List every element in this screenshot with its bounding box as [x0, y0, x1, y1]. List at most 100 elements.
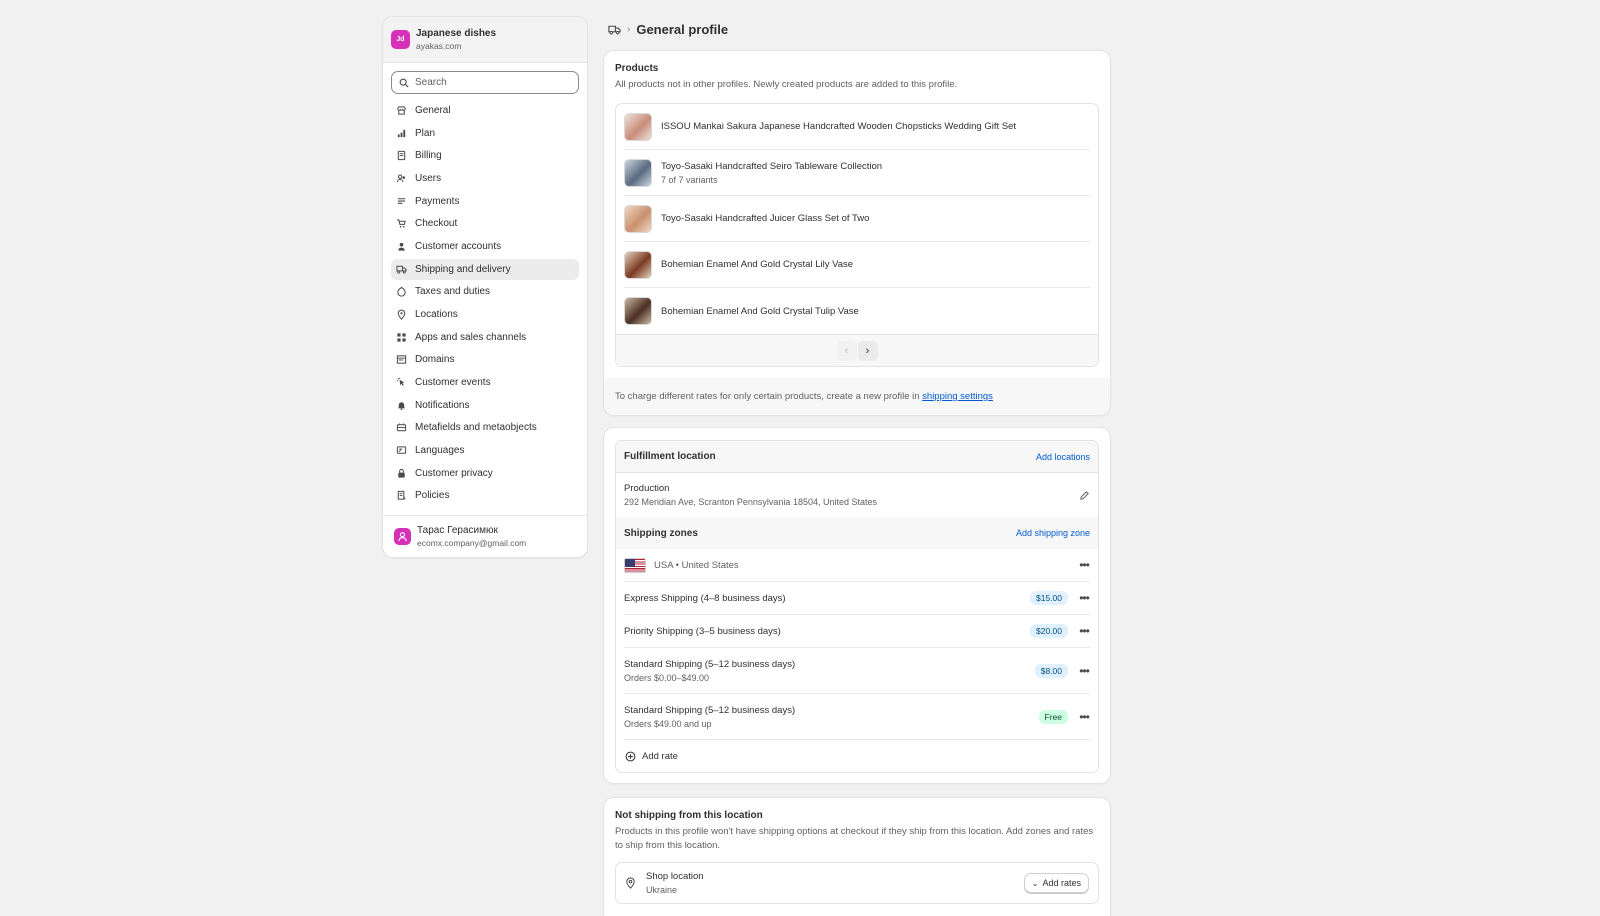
sidebar-item-plan[interactable]: Plan: [391, 123, 579, 144]
rate-row: Standard Shipping (5–12 business days) Or…: [624, 648, 1090, 694]
rate-condition: Orders $49.00 and up: [624, 718, 712, 729]
more-options-icon[interactable]: •••: [1078, 624, 1090, 638]
add-rates-button[interactable]: ⌄ Add rates: [1023, 873, 1089, 893]
user-name: Тарас Герасимюк: [417, 525, 498, 536]
store-icon: [396, 105, 407, 116]
search-input[interactable]: [415, 77, 565, 88]
person-icon: [398, 532, 407, 542]
sidebar-item-label: Taxes and duties: [415, 286, 491, 298]
sidebar-item-users[interactable]: Users: [391, 168, 579, 189]
add-rate-label: Add rate: [642, 750, 678, 762]
sidebar-item-label: Apps and sales channels: [415, 331, 527, 343]
sidebar-item-shipping-and-delivery[interactable]: Shipping and delivery: [391, 258, 579, 280]
sidebar-item-payments[interactable]: Payments: [391, 191, 579, 212]
product-row[interactable]: Bohemian Enamel And Gold Crystal Tulip V…: [624, 288, 1090, 334]
sidebar-item-label: Billing: [415, 150, 442, 162]
sidebar-item-notifications[interactable]: Notifications: [391, 395, 579, 416]
product-name: ISSOU Mankai Sakura Japanese Handcrafted…: [661, 121, 1017, 132]
rate-price-badge: $20.00: [1030, 624, 1068, 638]
sidebar-item-label: Notifications: [415, 399, 470, 411]
product-name: Bohemian Enamel And Gold Crystal Tulip V…: [661, 305, 859, 317]
shipping-settings-link[interactable]: shipping settings: [922, 391, 993, 402]
product-thumbnail: [624, 158, 652, 187]
sidebar-item-apps-and-sales-channels[interactable]: Apps and sales channels: [391, 327, 579, 348]
sidebar-item-label: Users: [415, 172, 442, 184]
product-row[interactable]: Bohemian Enamel And Gold Crystal Lily Va…: [624, 242, 1090, 288]
person-icon: [396, 241, 407, 252]
search-icon: [399, 78, 409, 88]
sidebar-item-label: Languages: [415, 444, 465, 456]
product-thumbnail: [624, 297, 652, 325]
search-box[interactable]: [391, 71, 579, 94]
product-thumbnail: [624, 250, 652, 279]
user-profile[interactable]: Тарас Герасимюк ecomx.company@gmail.com: [383, 515, 587, 557]
sidebar-item-customer-accounts[interactable]: Customer accounts: [391, 236, 579, 257]
sidebar-item-customer-privacy[interactable]: Customer privacy: [391, 463, 579, 484]
fulfillment-card: Fulfillment location Add locations Produ…: [604, 428, 1110, 783]
billing-icon: [396, 150, 407, 161]
shipping-zones-header: Shipping zones Add shipping zone: [616, 517, 1098, 549]
not-shipping-title: Not shipping from this location: [615, 810, 763, 821]
not-shipping-card: Not shipping from this location Products…: [604, 798, 1110, 916]
more-options-icon[interactable]: •••: [1078, 558, 1090, 572]
sidebar-item-taxes-and-duties[interactable]: Taxes and duties: [391, 281, 579, 302]
sidebar-item-locations[interactable]: Locations: [391, 304, 579, 325]
sidebar-item-general[interactable]: General: [391, 100, 579, 121]
sidebar-item-checkout[interactable]: Checkout: [391, 213, 579, 234]
add-rate-button[interactable]: Add rate: [616, 740, 1098, 772]
rate-condition: Orders $0.00–$49.00: [624, 672, 710, 683]
rate-row: Express Shipping (4–8 business days) $15.…: [624, 582, 1090, 615]
sidebar-item-customer-events[interactable]: Customer events: [391, 372, 579, 393]
rate-price-badge: $15.00: [1030, 591, 1068, 605]
shop-location-row: Shop location Ukraine ⌄ Add rates: [615, 862, 1099, 904]
not-shipping-subtitle: Products in this profile won't have ship…: [615, 826, 1094, 851]
sidebar-item-domains[interactable]: Domains: [391, 349, 579, 370]
lock-icon: [396, 468, 407, 479]
add-locations-button[interactable]: Add locations: [1036, 452, 1090, 462]
settings-nav: General Plan Billing Users Payments Checkout C…: [383, 100, 587, 506]
more-options-icon[interactable]: •••: [1078, 710, 1090, 724]
more-options-icon[interactable]: •••: [1078, 664, 1090, 678]
fulfillment-header: Fulfillment location Add locations: [616, 441, 1098, 473]
truck-icon: [396, 264, 407, 275]
products-subtitle: All products not in other profiles. Newl…: [615, 79, 958, 90]
sidebar-item-policies[interactable]: Policies: [391, 485, 579, 506]
add-shipping-zone-button[interactable]: Add shipping zone: [1016, 528, 1090, 538]
previous-page-button[interactable]: ‹: [836, 340, 857, 361]
user-email: ecomx.company@gmail.com: [417, 538, 527, 548]
rate-name: Express Shipping (4–8 business days): [624, 592, 786, 604]
more-options-icon[interactable]: •••: [1078, 591, 1090, 605]
rate-row: Priority Shipping (3–5 business days) $20…: [624, 615, 1090, 648]
cursor-icon: [396, 377, 407, 388]
zone-row: USA • United States •••: [624, 549, 1090, 582]
product-row[interactable]: ISSOU Mankai Sakura Japanese Handcrafted…: [624, 104, 1090, 150]
truck-icon[interactable]: [608, 24, 621, 35]
bell-icon: [396, 400, 407, 411]
sidebar-item-label: Customer accounts: [415, 240, 502, 252]
sidebar-item-billing[interactable]: Billing: [391, 145, 579, 166]
store-name: Japanese dishes: [416, 28, 497, 39]
policies-icon: [396, 490, 407, 501]
pagination: ‹ ›: [616, 334, 1098, 366]
apps-icon: [396, 332, 407, 343]
sidebar-item-languages[interactable]: Languages: [391, 440, 579, 461]
product-row[interactable]: Toyo-Sasaki Handcrafted Seiro Tableware …: [624, 150, 1090, 196]
pencil-icon[interactable]: [1079, 490, 1090, 501]
cart-icon: [396, 218, 407, 229]
sidebar-item-label: Checkout: [415, 218, 458, 230]
sidebar-item-label: Shipping and delivery: [415, 263, 511, 275]
product-name: Toyo-Sasaki Handcrafted Seiro Tableware …: [661, 160, 883, 172]
store-header[interactable]: Jd Japanese dishes ayakas.com: [383, 17, 587, 63]
sidebar-item-label: General: [415, 105, 451, 116]
product-row[interactable]: Toyo-Sasaki Handcrafted Juicer Glass Set…: [624, 196, 1090, 242]
chevron-right-icon: ›: [627, 24, 631, 35]
sidebar-item-metafields-and-metaobjects[interactable]: Metafields and metaobjects: [391, 417, 579, 438]
sidebar-item-label: Policies: [415, 490, 450, 502]
shipping-zones-title: Shipping zones: [624, 527, 698, 539]
store-avatar: Jd: [391, 30, 410, 49]
us-flag-icon: [624, 557, 646, 573]
products-title: Products: [615, 63, 659, 74]
next-page-button[interactable]: ›: [857, 340, 878, 361]
rate-name: Standard Shipping (5–12 business days): [624, 658, 796, 670]
products-card: Products All products not in other profi…: [604, 51, 1110, 415]
